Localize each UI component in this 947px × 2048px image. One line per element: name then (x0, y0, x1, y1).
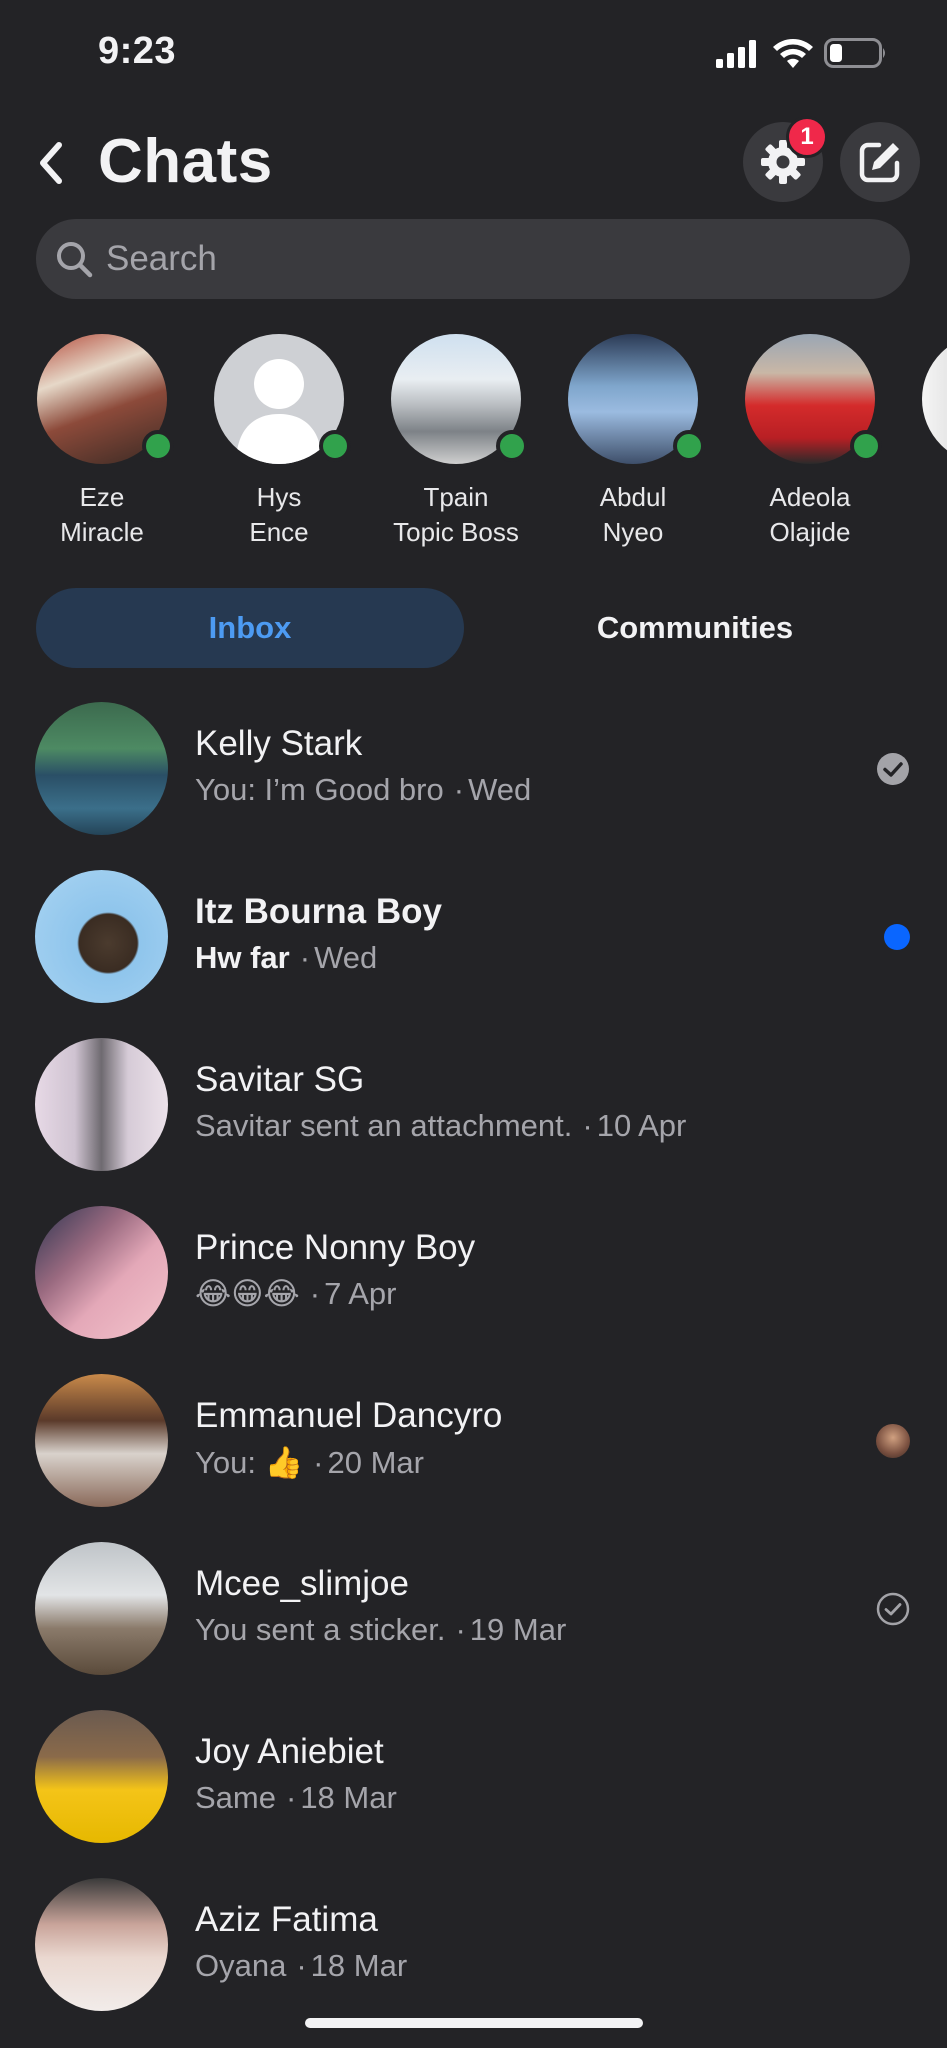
chat-preview: Hw far · Wed (195, 940, 378, 975)
chats-screen: 9:23 Chats 1 Search Eze Miracle Hys Ence… (0, 0, 947, 2048)
chat-message: 😂😁😂 (195, 1276, 300, 1311)
story-item[interactable]: Abdul Nyeo (547, 330, 717, 560)
active-friends-row: Eze Miracle Hys Ence Tpain Topic Boss Abdul… (0, 330, 947, 560)
story-name: Eze Miracle (60, 482, 144, 547)
check-circle-icon (877, 753, 909, 785)
chat-row-kelly-stark[interactable]: Kelly Stark You: I’m Good bro · Wed (0, 700, 947, 868)
chat-message: Savitar sent an attachment. (195, 1108, 573, 1143)
chat-preview: You: 👍 · 20 Mar (195, 1445, 424, 1480)
online-indicator (850, 430, 882, 462)
chat-message: Same (195, 1780, 276, 1815)
chat-message: You: 👍 (195, 1445, 304, 1480)
chat-row-savitar-sg[interactable]: Savitar SG Savitar sent an attachment. · 1… (0, 1036, 947, 1204)
chat-preview: You: I’m Good bro · Wed (195, 772, 532, 807)
chat-name: Aziz Fatima (195, 1900, 378, 1939)
chat-message: You sent a sticker. (195, 1612, 446, 1647)
check-circle-outline-icon (876, 1592, 910, 1626)
avatar (35, 870, 168, 1003)
chat-time: Wed (314, 940, 378, 975)
story-item[interactable]: Tpain Topic Boss (370, 330, 540, 560)
avatar (35, 1374, 168, 1507)
chat-name: Joy Aniebiet (195, 1732, 384, 1771)
story-name: Adeola Olajide (769, 482, 851, 547)
avatar (35, 1710, 168, 1843)
chat-preview: Oyana · 18 Mar (195, 1948, 408, 1983)
chat-preview: 😂😁😂 · 7 Apr (195, 1276, 397, 1311)
online-indicator (142, 430, 174, 462)
chat-name: Savitar SG (195, 1060, 365, 1099)
seen-avatar (876, 1424, 910, 1458)
tab-inbox[interactable]: Inbox (36, 588, 464, 668)
chat-time: 7 Apr (324, 1276, 397, 1311)
chat-name: Itz Bourna Boy (195, 892, 442, 931)
avatar (35, 1038, 168, 1171)
online-indicator (673, 430, 705, 462)
chat-row-itz-bourna-boy[interactable]: Itz Bourna Boy Hw far · Wed (0, 868, 947, 1036)
page-title: Chats (98, 127, 273, 196)
story-item[interactable]: Hys Ence (193, 330, 363, 560)
avatar (35, 1206, 168, 1339)
story-name: AJo (901, 480, 947, 550)
avatar (35, 1878, 168, 2011)
wifi-icon (773, 39, 813, 68)
chat-time: 19 Mar (469, 1612, 567, 1647)
story-name: Hys Ence (249, 482, 309, 547)
chat-message: Oyana (195, 1948, 287, 1983)
chat-time: Wed (468, 772, 532, 807)
avatar (922, 334, 947, 464)
chat-message: Hw far (195, 940, 290, 975)
chat-message: You: I’m Good bro (195, 772, 444, 807)
chat-time: 18 Mar (300, 1780, 397, 1815)
unread-dot-icon (884, 924, 910, 950)
chat-row-joy-aniebiet[interactable]: Joy Aniebiet Same · 18 Mar (0, 1708, 947, 1876)
chat-time: 20 Mar (327, 1445, 424, 1480)
story-item[interactable]: Eze Miracle (16, 330, 186, 560)
signal-icon (716, 40, 756, 68)
back-button[interactable] (30, 138, 70, 188)
story-item[interactable]: Adeola Olajide (724, 330, 894, 560)
compose-icon (859, 142, 900, 183)
chat-preview: You sent a sticker. · 19 Mar (195, 1612, 567, 1647)
status-bar: 9:23 (0, 0, 947, 110)
home-indicator[interactable] (305, 2018, 643, 2028)
online-indicator (496, 430, 528, 462)
tab-communities[interactable]: Communities (480, 588, 910, 668)
chat-name: Prince Nonny Boy (195, 1228, 476, 1267)
story-name: Tpain Topic Boss (393, 482, 519, 547)
settings-notification-badge: 1 (786, 116, 828, 158)
search-icon (57, 242, 93, 278)
chat-time: 10 Apr (596, 1108, 687, 1143)
online-indicator (319, 430, 351, 462)
story-name: Abdul Nyeo (599, 482, 667, 547)
chat-preview: Savitar sent an attachment. · 10 Apr (195, 1108, 687, 1143)
chat-row-prince-nonny-boy[interactable]: Prince Nonny Boy 😂😁😂 · 7 Apr (0, 1204, 947, 1372)
chat-row-emmanuel-dancyro[interactable]: Emmanuel Dancyro You: 👍 · 20 Mar (0, 1372, 947, 1540)
compose-button[interactable] (840, 122, 920, 202)
story-item[interactable]: AJo (901, 330, 947, 560)
chat-name: Mcee_slimjoe (195, 1564, 409, 1603)
status-time: 9:23 (98, 30, 177, 72)
search-input[interactable]: Search (36, 219, 910, 299)
avatar (35, 702, 168, 835)
battery-icon (824, 38, 885, 68)
chat-row-mcee-slimjoe[interactable]: Mcee_slimjoe You sent a sticker. · 19 Mar (0, 1540, 947, 1708)
chat-preview: Same · 18 Mar (195, 1780, 397, 1815)
chat-name: Emmanuel Dancyro (195, 1396, 503, 1435)
search-placeholder: Search (106, 239, 217, 278)
avatar (35, 1542, 168, 1675)
chat-time: 18 Mar (310, 1948, 408, 1983)
chat-name: Kelly Stark (195, 724, 363, 763)
back-chevron-icon (40, 142, 62, 184)
